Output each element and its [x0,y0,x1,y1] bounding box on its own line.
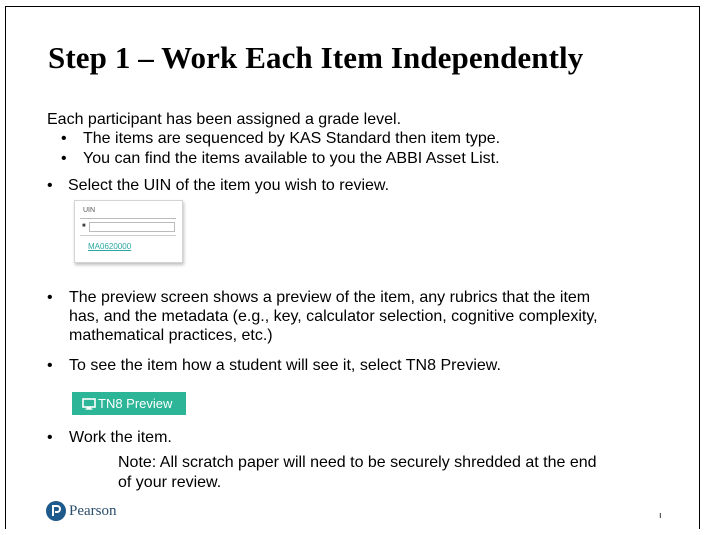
bullet-work-item: Work the item. [69,429,172,446]
note-line-1: Note: All scratch paper will need to be … [118,454,597,471]
tn8-preview-button[interactable]: TN8 Preview [72,392,186,415]
bullet-marker: • [47,357,53,374]
bullet-marker: • [47,289,53,306]
sub-bullet-2: You can find the items available to you … [83,150,500,167]
slide-frame [5,6,700,529]
uin-filter-input[interactable] [89,222,175,232]
monitor-icon [82,396,98,411]
uin-widget: UIN ■ MA0620000 [74,200,183,263]
slide-title: Step 1 – Work Each Item Independently [48,40,584,75]
bullet-see-item: To see the item how a student will see i… [69,357,501,374]
page-number: ı [659,510,662,520]
intro-text: Each participant has been assigned a gra… [47,111,402,128]
filter-icon[interactable]: ■ [82,223,86,229]
divider [80,235,176,236]
bullet-select-uin: Select the UIN of the item you wish to r… [68,177,390,194]
bullet-preview-line-3: mathematical practices, etc.) [69,327,273,344]
bullet-marker: • [47,177,53,194]
bullet-marker: • [47,429,53,446]
bullet-preview-line-1: The preview screen shows a preview of th… [69,289,591,306]
pearson-logo-text: Pearson [69,503,117,519]
sub-bullet-marker: • [61,150,67,167]
uin-label: UIN [83,207,96,214]
tn8-preview-label: TN8 Preview [98,396,173,411]
note-line-2: of your review. [118,474,222,491]
sub-bullet-marker: • [61,130,67,147]
bullet-preview-line-2: has, and the metadata (e.g., key, calcul… [69,308,598,325]
sub-bullet-1: The items are sequenced by KAS Standard … [83,130,501,147]
uin-link[interactable]: MA0620000 [88,242,131,251]
divider [80,218,176,219]
pearson-logo-icon [46,501,66,521]
